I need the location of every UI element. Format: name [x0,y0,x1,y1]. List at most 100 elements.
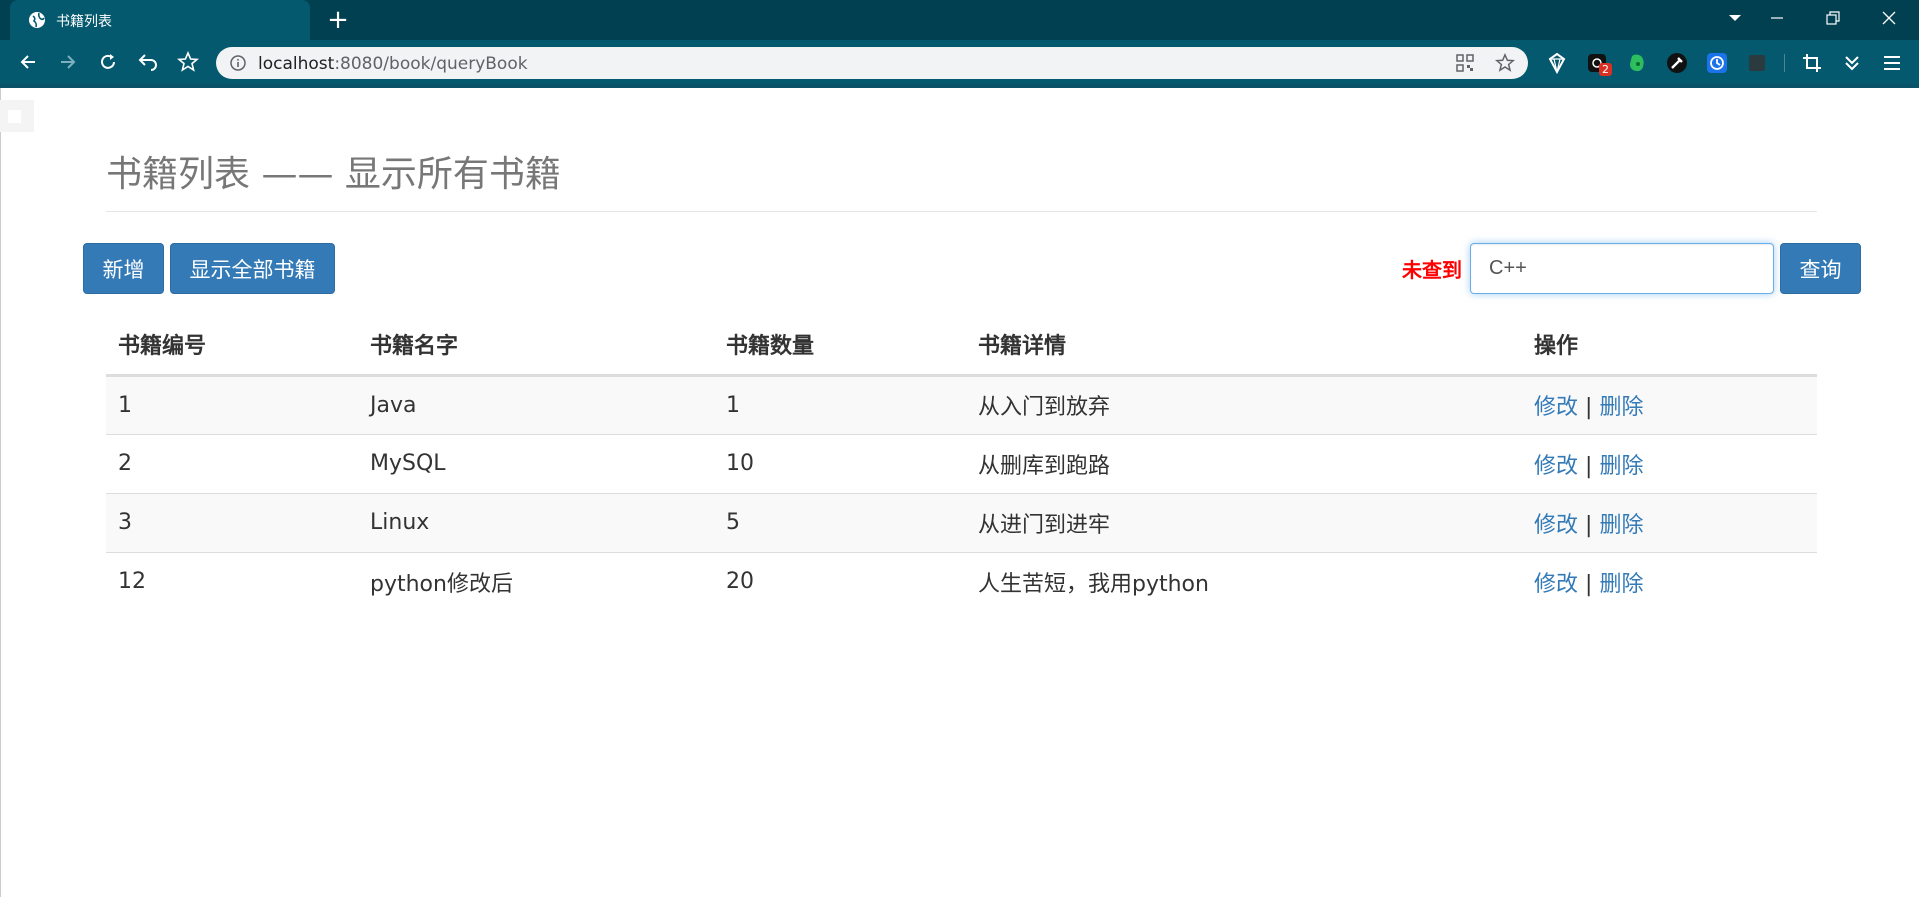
star-icon [177,51,199,72]
edit-link[interactable]: 修改 [1534,572,1578,597]
new-tab-button[interactable]: + [324,6,352,34]
browser-tab-strip: 书籍列表 + [0,0,1919,40]
show-all-books-button[interactable]: 显示全部书籍 [170,243,335,294]
address-bar[interactable]: localhost:8080/book/queryBook [216,47,1528,79]
undo-icon [138,54,157,71]
extension-badge: 2 [1599,63,1612,76]
delete-link[interactable]: 删除 [1599,513,1643,538]
arrow-left-icon [20,55,35,69]
book-id-cell: 3 [106,492,358,552]
delete-link[interactable]: 删除 [1599,454,1643,479]
extension-evernote-button[interactable] [1625,51,1649,75]
hamburger-menu-icon [1884,56,1900,70]
book-count-cell: 20 [714,551,966,611]
back-button[interactable] [16,50,40,74]
edit-link[interactable]: 修改 [1534,454,1578,479]
forward-button[interactable] [56,50,80,74]
info-icon[interactable] [230,55,246,71]
books-table: 书籍编号 书籍名字 书籍数量 书籍详情 操作 1 Java 1 从入门到放弃 修… [106,315,1817,611]
column-header-count: 书籍数量 [714,315,966,377]
toolbar-divider [1784,54,1785,72]
toolbar-bottom-border [0,84,1919,88]
extension-disabled-button[interactable] [1745,51,1769,75]
tab-title: 书籍列表 [56,14,112,30]
page-left-border [0,88,1,897]
book-name-cell: MySQL [358,433,714,493]
edit-link[interactable]: 修改 [1534,513,1578,538]
actions-cell: 修改 | 删除 [1522,551,1817,611]
crop-button[interactable] [1800,51,1824,75]
close-icon [1882,11,1896,25]
book-count-cell: 5 [714,492,966,552]
book-detail-cell: 从入门到放弃 [966,374,1522,434]
book-count-cell: 1 [714,374,966,434]
delete-link[interactable]: 删除 [1599,395,1643,420]
history-icon [1707,53,1727,73]
tab-search-button[interactable] [1712,0,1758,36]
bookmark-star-icon[interactable] [1495,53,1515,73]
square-icon [1749,55,1765,71]
book-detail-cell: 从进门到进牢 [966,492,1522,552]
table-row: 12 python修改后 20 人生苦短，我用python 修改 | 删除 [106,551,1817,611]
extension-badge-button[interactable]: 2 [1585,51,1612,76]
restore-button[interactable] [1810,0,1856,36]
book-name-cell: python修改后 [358,551,714,611]
book-id-cell: 12 [106,551,358,611]
delete-link[interactable]: 删除 [1599,572,1643,597]
book-count-cell: 10 [714,433,966,493]
query-button[interactable]: 查询 [1780,243,1861,294]
book-detail-cell: 从删库到跑路 [966,433,1522,493]
table-row: 1 Java 1 从入门到放弃 修改 | 删除 [106,374,1817,434]
column-header-name: 书籍名字 [358,315,714,377]
bookmark-button[interactable] [176,50,200,74]
extension-tools-button[interactable] [1665,51,1689,75]
minimize-button[interactable] [1754,0,1800,36]
reload-button[interactable] [96,50,120,74]
add-book-button[interactable]: 新增 [83,243,164,294]
action-separator: | [1585,453,1593,479]
book-id-cell: 1 [106,374,358,434]
action-separator: | [1585,395,1593,420]
search-input[interactable] [1470,243,1774,294]
not-found-message: 未查到 [1402,258,1462,282]
book-name-cell: Java [358,374,714,434]
close-window-button[interactable] [1866,0,1912,36]
actions-cell: 修改 | 删除 [1522,433,1817,493]
browser-menu-button[interactable] [1880,51,1904,75]
book-name-cell: Linux [358,492,714,552]
extension-vpn-button[interactable] [1545,51,1569,75]
actions-cell: 修改 | 删除 [1522,374,1817,434]
minimize-icon [1771,17,1783,19]
column-header-actions: 操作 [1522,315,1817,377]
url-path: :8080/book/queryBook [334,54,528,74]
extension-history-button[interactable] [1705,51,1729,75]
more-extensions-button[interactable] [1840,51,1864,75]
undo-button[interactable] [136,50,160,74]
chevron-down-icon [1729,15,1741,21]
table-row: 2 MySQL 10 从删库到跑路 修改 | 删除 [106,433,1817,493]
restore-icon [1826,11,1840,25]
side-panel-toggle[interactable] [0,100,34,132]
qr-code-icon[interactable] [1456,54,1474,72]
double-chevron-down-icon [1845,56,1859,71]
title-divider [106,211,1817,212]
browser-tab[interactable]: 书籍列表 [10,0,310,40]
action-separator: | [1585,571,1593,597]
edit-link[interactable]: 修改 [1534,395,1578,420]
page-title: 书籍列表 —— 显示所有书籍 [106,154,561,195]
url-text: localhost:8080/book/queryBook [258,54,528,74]
action-separator: | [1585,512,1593,538]
arrow-right-icon [61,55,76,69]
crop-icon [1803,54,1821,72]
globe-icon [29,12,45,28]
wrench-icon [1667,53,1687,73]
actions-cell: 修改 | 删除 [1522,492,1817,552]
url-host: localhost [258,54,335,74]
reload-icon [101,54,115,69]
column-header-id: 书籍编号 [106,315,358,377]
column-header-detail: 书籍详情 [966,315,1522,377]
evernote-icon [1630,54,1644,72]
book-detail-cell: 人生苦短，我用python [966,551,1522,611]
table-header-row: 书籍编号 书籍名字 书籍数量 书籍详情 操作 [106,315,1817,377]
diamond-icon [1548,52,1566,74]
